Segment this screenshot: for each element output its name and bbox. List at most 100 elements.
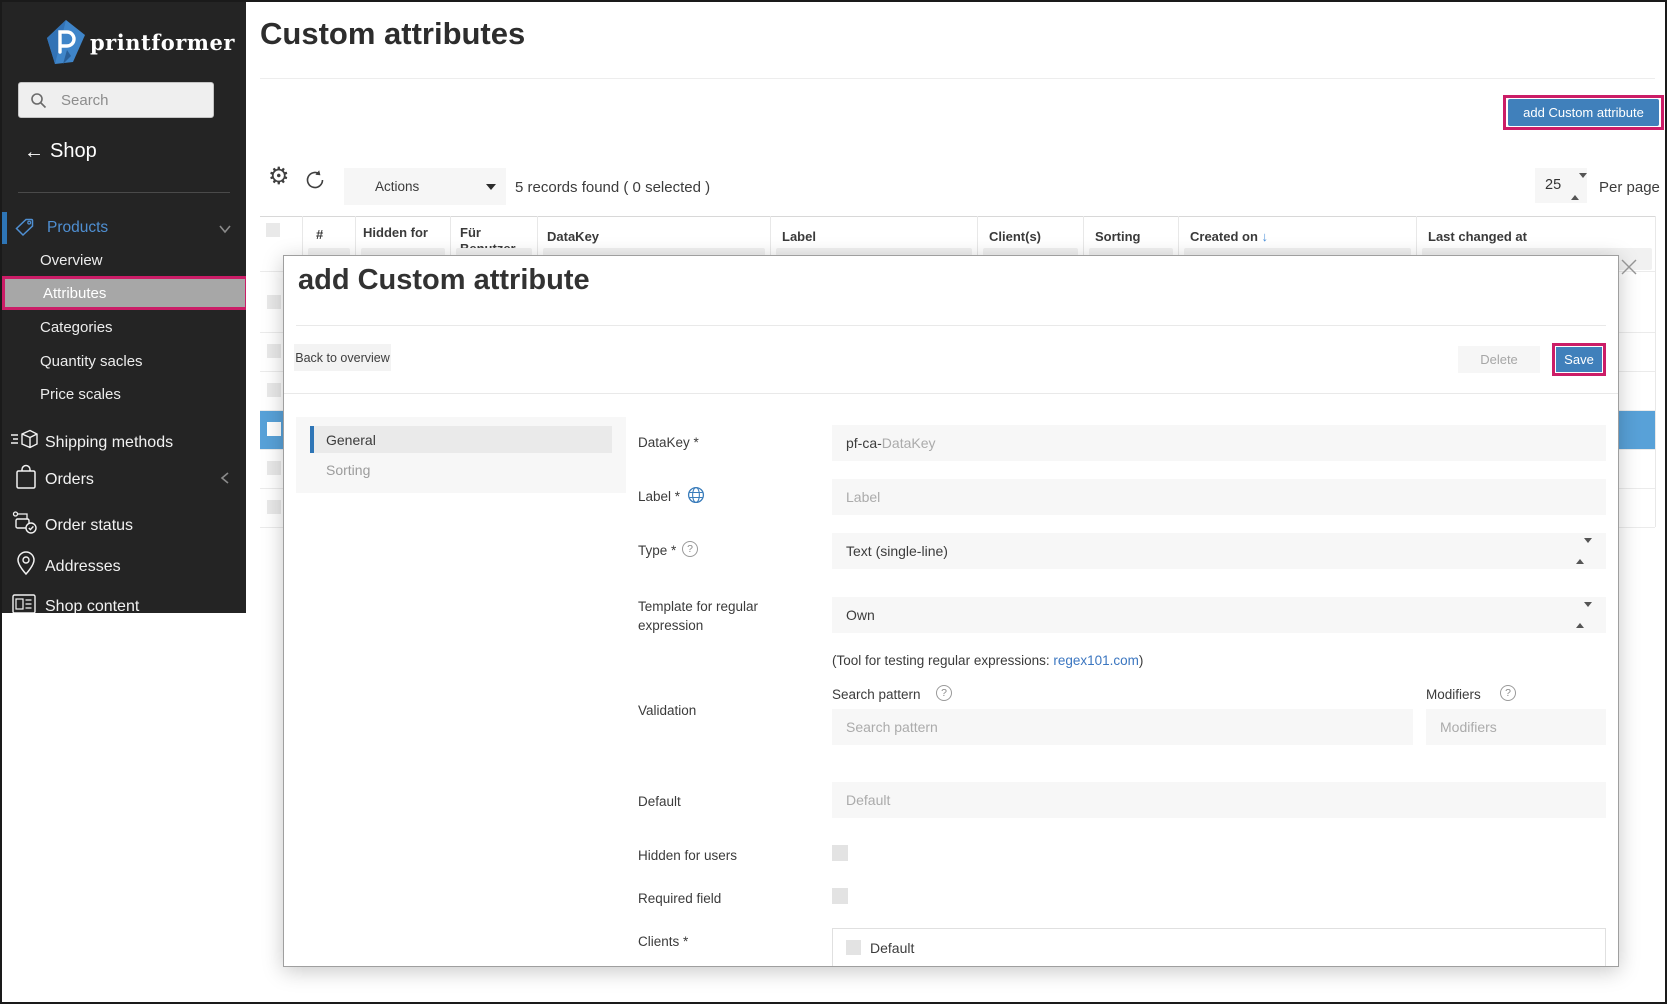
sidebar-item-price-scales[interactable]: Price scales (40, 386, 121, 403)
sidebar-item-products[interactable]: Products (47, 219, 108, 237)
column-header-clients[interactable]: Client(s) (989, 229, 1041, 245)
shop-content-icon (12, 594, 36, 613)
sort-desc-icon: ↓ (1261, 229, 1269, 244)
select-spinner-icon (1576, 602, 1592, 628)
template-select[interactable]: Own (832, 597, 1606, 633)
modal-nav-general[interactable]: General (310, 426, 612, 453)
sidebar-item-shipping-methods[interactable]: Shipping methods (45, 434, 173, 452)
actions-dropdown[interactable]: Actions (344, 168, 506, 205)
search-pattern-input[interactable]: Search pattern (832, 709, 1413, 745)
back-arrow-icon[interactable]: ← (24, 141, 44, 164)
chevron-left-icon[interactable] (220, 471, 230, 485)
modifiers-help-icon[interactable]: ? (1500, 685, 1516, 701)
row-checkbox[interactable] (267, 461, 281, 475)
table-top-border (260, 216, 1655, 217)
delete-button[interactable]: Delete (1458, 346, 1540, 373)
select-spinner-icon (1576, 538, 1592, 564)
datakey-input[interactable]: pf-ca-DataKey (832, 425, 1606, 461)
column-header-label[interactable]: Label (782, 229, 816, 245)
client-default-label: Default (870, 940, 915, 956)
refresh-icon[interactable] (304, 169, 326, 191)
location-pin-icon (17, 551, 35, 576)
type-help-icon[interactable]: ? (682, 541, 698, 557)
sidebar-item-categories[interactable]: Categories (40, 319, 113, 336)
sidebar-item-attributes-highlight[interactable]: Attributes (2, 276, 246, 310)
per-page-value: 25 (1545, 177, 1562, 193)
chevron-down-icon[interactable] (218, 224, 232, 234)
sidebar: printformer Search ← Shop Products Overv… (2, 2, 246, 613)
sidebar-divider (18, 192, 230, 193)
search-icon (31, 93, 47, 109)
type-label: Type * (638, 543, 677, 558)
row-checkbox[interactable] (267, 500, 281, 514)
gear-icon[interactable]: ⚙ (268, 162, 290, 191)
page-title: Custom attributes (260, 16, 526, 51)
select-all-checkbox[interactable] (266, 223, 280, 237)
close-icon[interactable] (1619, 257, 1639, 277)
label-field-label: Label * (638, 489, 681, 504)
tag-icon (15, 218, 34, 237)
back-to-overview-button[interactable]: Back to overview (294, 344, 391, 371)
required-field-checkbox[interactable] (832, 888, 848, 904)
shipping-box-icon (11, 429, 38, 449)
column-header-sorting[interactable]: Sorting (1095, 229, 1141, 245)
title-divider (260, 78, 1655, 79)
sidebar-item-addresses[interactable]: Addresses (45, 558, 121, 576)
modal-side-nav: General Sorting (296, 417, 626, 493)
template-label: Template for regular expression (638, 599, 759, 633)
sidebar-item-orders[interactable]: Orders (45, 471, 94, 489)
clients-options-box: Default (832, 928, 1606, 966)
row-checkbox[interactable] (267, 422, 281, 436)
row-checkbox[interactable] (267, 383, 281, 397)
default-label: Default (638, 794, 681, 809)
order-status-icon (12, 511, 37, 534)
search-pattern-label: Search pattern (832, 687, 921, 702)
search-input[interactable]: Search (18, 82, 214, 118)
column-header-last-changed[interactable]: Last changed at (1428, 229, 1527, 245)
add-custom-attribute-modal: add Custom attribute Back to overview De… (283, 255, 1619, 967)
printformer-logo-icon (47, 20, 85, 64)
column-header-number[interactable]: # (316, 227, 323, 243)
column-header-datakey[interactable]: DataKey (547, 229, 599, 245)
add-custom-attribute-button[interactable]: add Custom attribute (1508, 99, 1659, 126)
save-button[interactable]: Save (1556, 347, 1602, 372)
column-header-created-on[interactable]: Created on ↓ (1190, 229, 1268, 245)
modifiers-input[interactable]: Modifiers (1426, 709, 1606, 745)
logo-text: printformer (90, 30, 235, 55)
modifiers-label: Modifiers (1426, 687, 1481, 702)
search-pattern-help-icon[interactable]: ? (936, 685, 952, 701)
datakey-label: DataKey * (638, 435, 699, 450)
globe-icon[interactable] (687, 486, 705, 504)
label-input[interactable]: Label (832, 479, 1606, 515)
hidden-for-users-checkbox[interactable] (832, 845, 848, 861)
required-field-label: Required field (638, 891, 722, 906)
screenshot-frame: printformer Search ← Shop Products Overv… (0, 0, 1667, 1004)
type-select[interactable]: Text (single-line) (832, 533, 1606, 569)
sidebar-back-shop[interactable]: Shop (50, 140, 97, 163)
client-default-checkbox[interactable] (846, 940, 861, 955)
row-checkbox[interactable] (267, 295, 281, 309)
column-header-hidden-for[interactable]: Hidden for (363, 225, 429, 241)
default-input[interactable]: Default (832, 782, 1606, 818)
records-count-text: 5 records found ( 0 selected ) (515, 179, 711, 196)
select-spinner-icon (1571, 173, 1587, 200)
caret-down-icon (486, 184, 496, 190)
per-page-select[interactable]: 25 (1535, 168, 1587, 203)
shopping-bag-icon (16, 464, 36, 489)
modal-nav-sorting[interactable]: Sorting (326, 462, 370, 478)
sidebar-item-order-status[interactable]: Order status (45, 517, 133, 535)
row-checkbox[interactable] (267, 344, 281, 358)
active-section-bar (2, 212, 7, 244)
sidebar-item-quantity-sacles[interactable]: Quantity sacles (40, 353, 143, 370)
sidebar-item-overview[interactable]: Overview (40, 252, 103, 269)
hidden-for-users-label: Hidden for users (638, 848, 738, 863)
regex101-link[interactable]: regex101.com (1053, 653, 1139, 668)
regex-tool-note: (Tool for testing regular expressions: r… (832, 653, 1144, 668)
modal-title: add Custom attribute (298, 264, 590, 296)
search-placeholder: Search (61, 92, 109, 109)
sidebar-item-shop-content[interactable]: Shop content (45, 598, 139, 613)
validation-label: Validation (638, 703, 697, 718)
actions-dropdown-label: Actions (375, 179, 420, 194)
clients-label: Clients * (638, 934, 689, 949)
sidebar-item-attributes[interactable]: Attributes (43, 285, 106, 302)
